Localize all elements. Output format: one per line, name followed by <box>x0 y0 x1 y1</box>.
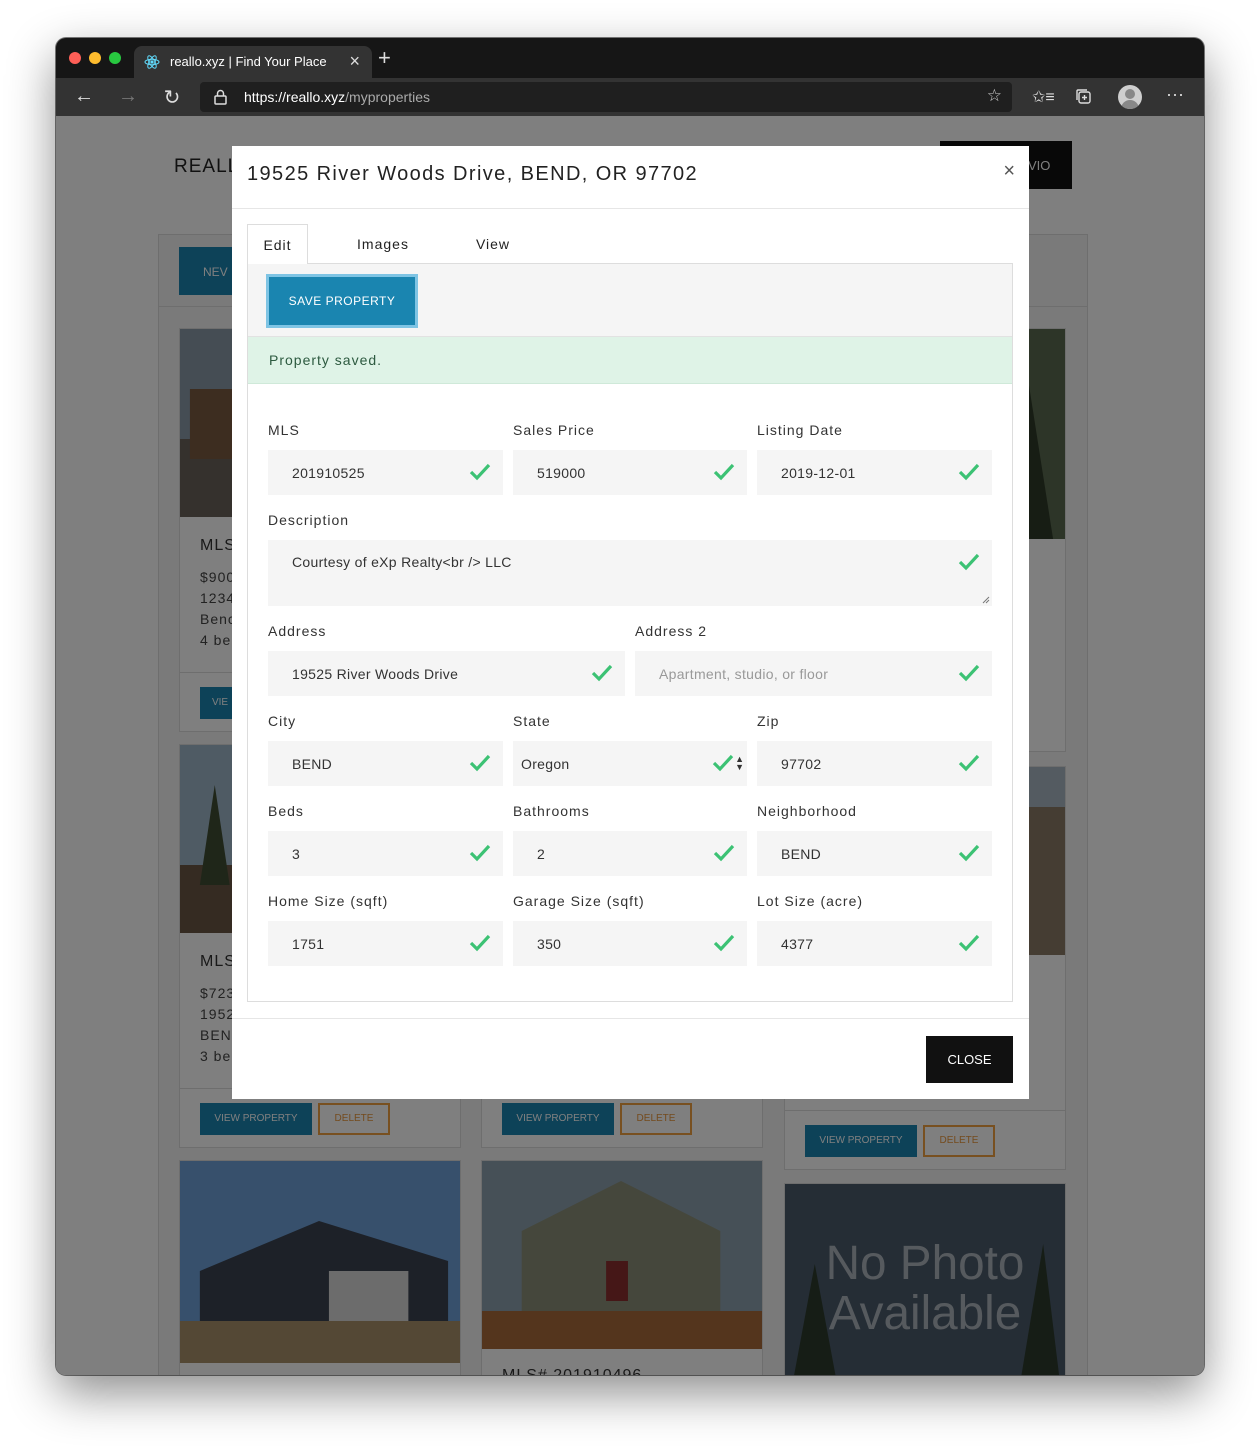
page-content: REALL VIO NEV MLS $9001234Benc4 be VIE <box>56 116 1204 1375</box>
beds-input[interactable] <box>268 831 503 876</box>
browser-toolbar: ← → ↻ https://reallo.xyz/myproperties ☆ … <box>56 78 1204 116</box>
valid-check-icon <box>712 754 734 772</box>
city-input[interactable] <box>268 741 503 786</box>
maximize-window-button[interactable] <box>109 52 121 64</box>
address-field[interactable] <box>268 651 625 696</box>
home-size-input[interactable] <box>268 921 503 966</box>
divider <box>232 208 1029 209</box>
valid-check-icon <box>591 664 613 682</box>
bathrooms-input[interactable] <box>513 831 747 876</box>
garage-size-label: Garage Size (sqft) <box>513 893 645 909</box>
url-text: https://reallo.xyz/myproperties <box>244 89 430 105</box>
valid-check-icon <box>713 844 735 862</box>
home-size-label: Home Size (sqft) <box>268 893 389 909</box>
address-bar[interactable]: https://reallo.xyz/myproperties ☆ <box>200 82 1012 112</box>
forward-icon[interactable]: → <box>116 85 140 108</box>
description-label: Description <box>268 512 350 528</box>
tab-images[interactable]: Images <box>337 224 429 264</box>
description-field[interactable]: Courtesy of eXp Realty<br /> LLC <box>268 540 992 606</box>
valid-check-icon <box>469 463 491 481</box>
lot-size-input[interactable] <box>757 921 992 966</box>
lock-icon <box>214 89 227 105</box>
mls-field[interactable] <box>268 450 503 495</box>
resize-grip-icon[interactable] <box>982 596 990 604</box>
state-select[interactable]: ▲▼ <box>513 741 747 786</box>
address2-input[interactable] <box>635 651 992 696</box>
close-button[interactable]: CLOSE <box>926 1036 1013 1083</box>
browser-tab[interactable]: reallo.xyz | Find Your Place × <box>134 46 372 78</box>
zip-input[interactable] <box>757 741 992 786</box>
sales-price-input[interactable] <box>513 450 747 495</box>
garage-size-input[interactable] <box>513 921 747 966</box>
description-textarea[interactable]: Courtesy of eXp Realty<br /> LLC <box>268 540 992 606</box>
more-menu-icon[interactable]: ··· <box>1166 84 1184 105</box>
mls-label: MLS <box>268 422 300 438</box>
valid-check-icon <box>469 754 491 772</box>
divider <box>232 1018 1029 1019</box>
select-arrows-icon: ▲ ▼ <box>735 754 744 772</box>
valid-check-icon <box>713 463 735 481</box>
address2-label: Address 2 <box>635 623 708 639</box>
tab-view[interactable]: View <box>457 224 529 264</box>
reload-icon[interactable]: ↻ <box>160 85 184 110</box>
success-alert: Property saved. <box>248 337 1012 384</box>
bathrooms-label: Bathrooms <box>513 803 590 819</box>
home-size-field[interactable] <box>268 921 503 966</box>
sales-price-label: Sales Price <box>513 422 595 438</box>
neighborhood-input[interactable] <box>757 831 992 876</box>
edit-property-modal: 19525 River Woods Drive, BEND, OR 97702 … <box>232 146 1029 1099</box>
neighborhood-label: Neighborhood <box>757 803 857 819</box>
tab-title: reallo.xyz | Find Your Place <box>170 54 327 69</box>
mls-input[interactable] <box>268 450 503 495</box>
listing-date-label: Listing Date <box>757 422 843 438</box>
modal-close-icon[interactable]: × <box>1003 160 1015 183</box>
sales-price-field[interactable] <box>513 450 747 495</box>
city-label: City <box>268 713 297 729</box>
valid-check-icon <box>958 844 980 862</box>
listing-date-input[interactable] <box>757 450 992 495</box>
lot-size-label: Lot Size (acre) <box>757 893 864 909</box>
profile-avatar-icon[interactable] <box>1118 85 1142 109</box>
lot-size-field[interactable] <box>757 921 992 966</box>
garage-size-field[interactable] <box>513 921 747 966</box>
beds-field[interactable] <box>268 831 503 876</box>
back-icon[interactable]: ← <box>72 85 96 108</box>
valid-check-icon <box>469 844 491 862</box>
save-property-button[interactable]: SAVE PROPERTY <box>266 274 418 328</box>
minimize-window-button[interactable] <box>89 52 101 64</box>
react-favicon-icon <box>144 55 160 69</box>
valid-check-icon <box>713 934 735 952</box>
zip-field[interactable] <box>757 741 992 786</box>
address2-field[interactable] <box>635 651 992 696</box>
edit-tab-pane: SAVE PROPERTY Property saved. MLS Sales … <box>247 264 1013 1002</box>
tab-close-icon[interactable]: × <box>349 51 360 72</box>
valid-check-icon <box>469 934 491 952</box>
beds-label: Beds <box>268 803 304 819</box>
new-tab-icon[interactable]: + <box>378 45 391 71</box>
close-window-button[interactable] <box>69 52 81 64</box>
valid-check-icon <box>958 934 980 952</box>
valid-check-icon <box>958 463 980 481</box>
title-bar: reallo.xyz | Find Your Place × + <box>56 38 1204 78</box>
valid-check-icon <box>958 754 980 772</box>
collections-icon[interactable] <box>1076 89 1092 105</box>
valid-check-icon <box>958 553 980 571</box>
address-label: Address <box>268 623 327 639</box>
valid-check-icon <box>958 664 980 682</box>
browser-window: reallo.xyz | Find Your Place × + ← → ↻ h… <box>56 38 1204 1375</box>
favorites-list-icon[interactable]: ✩≡ <box>1032 87 1055 107</box>
zip-label: Zip <box>757 713 780 729</box>
city-field[interactable] <box>268 741 503 786</box>
bathrooms-field[interactable] <box>513 831 747 876</box>
neighborhood-field[interactable] <box>757 831 992 876</box>
listing-date-field[interactable] <box>757 450 992 495</box>
tab-edit[interactable]: Edit <box>247 224 308 265</box>
favorite-star-icon[interactable]: ☆ <box>987 86 1002 106</box>
modal-tabs: Edit Images View <box>247 224 1013 265</box>
address-input[interactable] <box>268 651 625 696</box>
state-label: State <box>513 713 551 729</box>
modal-title: 19525 River Woods Drive, BEND, OR 97702 <box>247 163 699 185</box>
save-toolbar: SAVE PROPERTY <box>248 264 1012 337</box>
